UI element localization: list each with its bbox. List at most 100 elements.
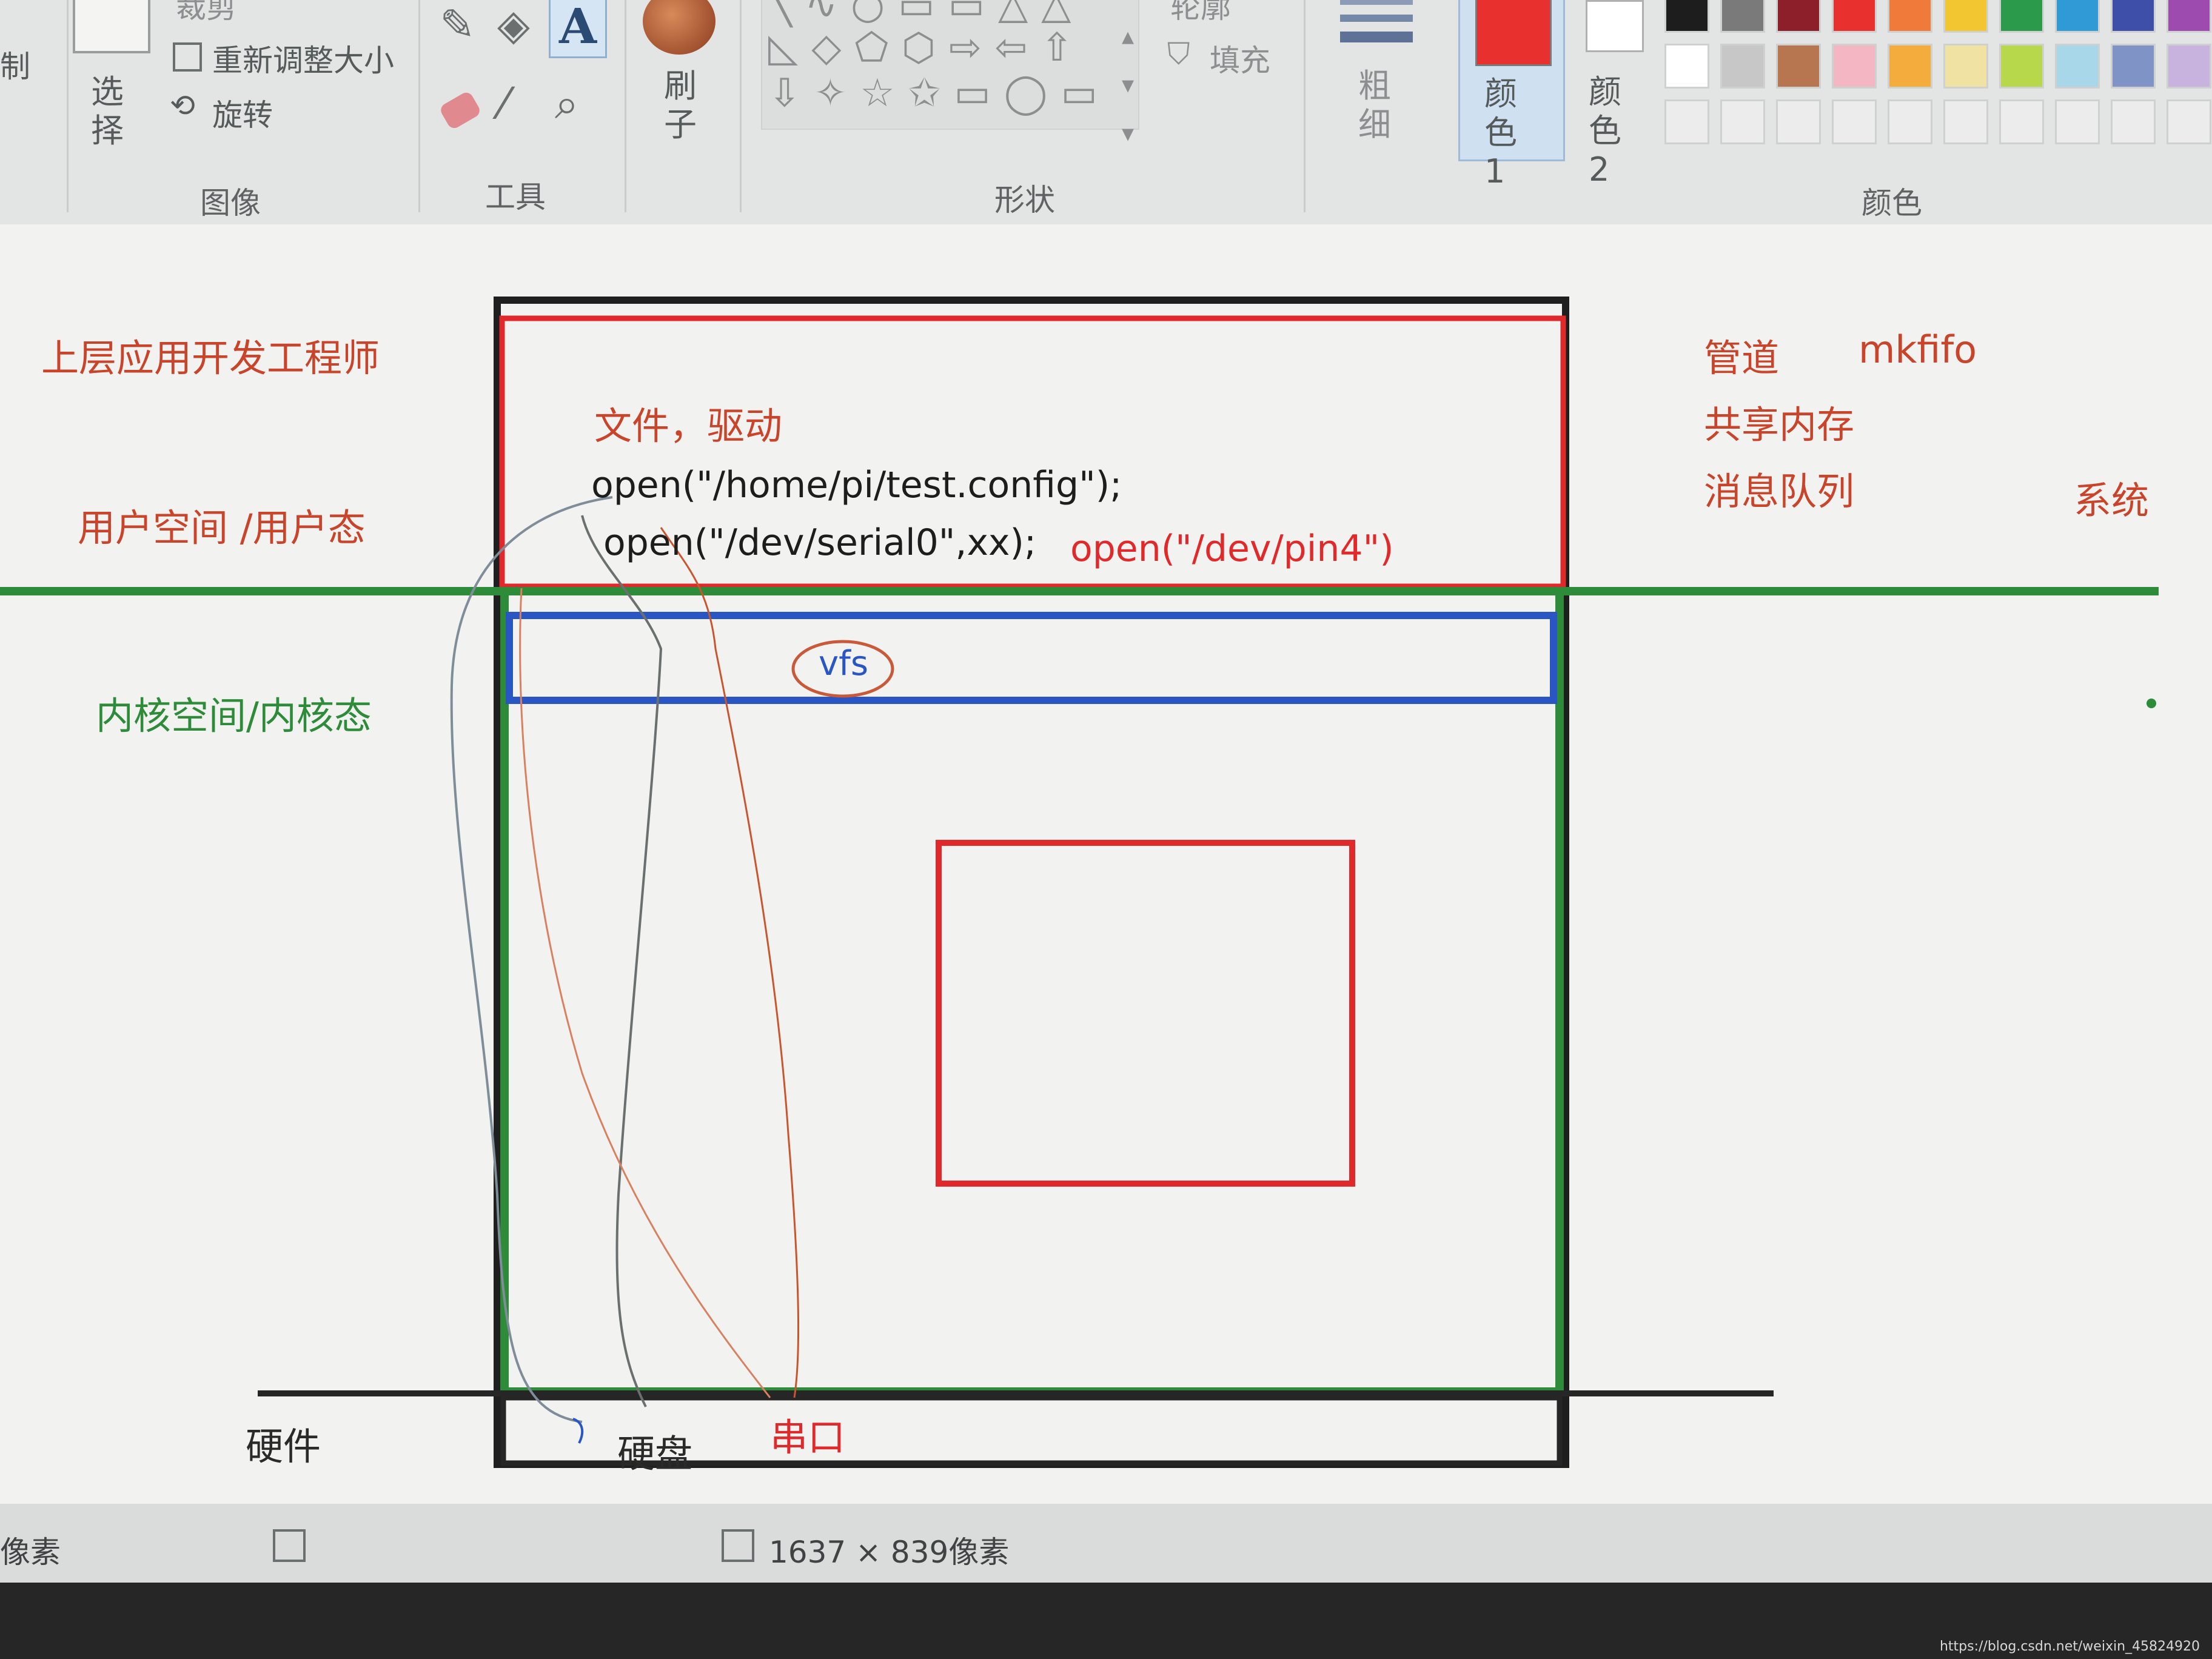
fill-bucket-icon[interactable]: ◈ xyxy=(497,0,530,50)
fill-icon: ⛉ xyxy=(1167,36,1190,72)
magnifier-icon[interactable]: ⌕ xyxy=(555,79,578,129)
disk-path-line xyxy=(581,515,663,1407)
vfs-label: vfs xyxy=(819,644,869,683)
color-picker-icon[interactable]: ⁄ xyxy=(500,79,508,129)
crop-button[interactable]: 裁剪 xyxy=(176,0,236,27)
canvas-size-text: 1637 × 839像素 xyxy=(769,1535,1010,1570)
config-path-line xyxy=(450,496,613,1423)
kernel-space-box xyxy=(500,587,1564,1396)
select-button[interactable]: 选择 xyxy=(91,73,127,150)
color2-label: 颜色 2 xyxy=(1589,73,1621,189)
pixel-position-text: 像素 xyxy=(0,1535,61,1570)
palette-swatch[interactable] xyxy=(2167,99,2211,144)
palette-swatch[interactable] xyxy=(2167,44,2211,89)
resize-icon xyxy=(173,42,202,72)
rotate-icon: ⟲ xyxy=(170,88,195,123)
brushes-button[interactable]: 刷子 xyxy=(664,67,700,144)
palette-swatch[interactable] xyxy=(1943,0,1988,33)
palette-swatch[interactable] xyxy=(1776,44,1821,89)
monitor-bezel: https://blog.csdn.net/weixin_45824920 xyxy=(0,1583,2212,1659)
shared-memory-label: 共享内存 xyxy=(1704,403,1855,447)
driver-box xyxy=(936,840,1355,1187)
palette-swatch[interactable] xyxy=(1888,44,1932,89)
file-driver-label: 文件，驱动 xyxy=(594,404,783,448)
color1-label: 颜色 1 xyxy=(1484,75,1517,190)
palette-swatch[interactable] xyxy=(1776,0,1821,33)
shapes-row-1: ╲∿○▭▭△△ xyxy=(768,0,1085,28)
color1-button[interactable]: 颜色 1 xyxy=(1458,0,1565,190)
pin-path-line xyxy=(519,588,771,1398)
palette-swatch[interactable] xyxy=(2055,44,2100,89)
selection-size-icon xyxy=(273,1529,306,1562)
palette-swatch[interactable] xyxy=(1832,0,1877,33)
vfs-box xyxy=(506,612,1557,704)
palette-swatch[interactable] xyxy=(1999,99,2044,144)
group-divider xyxy=(625,0,626,212)
eraser-icon[interactable] xyxy=(438,90,483,131)
upper-app-engineer-label: 上层应用开发工程师 xyxy=(41,336,380,380)
palette-swatch[interactable] xyxy=(1776,99,1821,144)
group-divider xyxy=(418,0,420,212)
palette-swatch[interactable] xyxy=(1720,0,1765,33)
palette-swatch[interactable] xyxy=(2111,44,2156,89)
system-label: 系统 xyxy=(2074,478,2150,523)
shapes-gallery[interactable]: ╲∿○▭▭△△ ◺◇⬠⬡⇨⇦⇧ ⇩✧☆✩▭◯▭ xyxy=(761,0,1139,130)
palette-swatch[interactable] xyxy=(1888,0,1932,33)
text-tool-icon[interactable]: A xyxy=(549,0,607,58)
palette-swatch[interactable] xyxy=(1943,44,1988,89)
mkfifo-label: mkfifo xyxy=(1858,327,1977,372)
shapes-row-3: ⇩✧☆✩▭◯▭ xyxy=(768,71,1111,116)
pipe-label: 管道 xyxy=(1704,336,1780,380)
palette-swatch[interactable] xyxy=(1999,0,2044,33)
palette-swatch[interactable] xyxy=(1720,44,1765,89)
group-divider xyxy=(67,0,69,212)
image-group-label: 图像 xyxy=(200,186,261,221)
size-icon[interactable] xyxy=(1340,0,1413,42)
ribbon-toolbar: 制 选择 裁剪 重新调整大小 ⟲ 旋转 图像 ✎ ◈ A ⁄ ⌕ 工具 刷子 ╲… xyxy=(0,0,2212,224)
watermark-text: https://blog.csdn.net/weixin_45824920 xyxy=(1939,1639,2200,1654)
kernel-space-label: 内核空间/内核态 xyxy=(96,694,372,738)
color2-button[interactable]: 颜色 2 xyxy=(1577,0,1655,189)
palette-swatch[interactable] xyxy=(2167,0,2211,33)
drawing-canvas[interactable]: 上层应用开发工程师 用户空间 /用户态 内核空间/内核态 硬件 文件，驱动 op… xyxy=(0,224,2212,1516)
brush-icon[interactable] xyxy=(643,0,716,55)
canvas-size-icon xyxy=(722,1529,754,1562)
group-divider xyxy=(1304,0,1305,212)
palette-swatch[interactable] xyxy=(1999,44,2044,89)
color2-swatch xyxy=(1586,0,1644,52)
palette-swatch[interactable] xyxy=(1832,99,1877,144)
select-icon[interactable] xyxy=(73,0,150,53)
shapes-group-label: 形状 xyxy=(994,183,1055,218)
rotate-button[interactable]: 旋转 xyxy=(212,91,273,135)
palette-swatch[interactable] xyxy=(1943,99,1988,144)
open-serial-code: open("/dev/serial0",xx); xyxy=(603,521,1037,564)
size-button[interactable]: 粗细 xyxy=(1358,67,1395,144)
palette-swatch[interactable] xyxy=(1664,0,1709,33)
message-queue-label: 消息队列 xyxy=(1704,469,1855,514)
resize-button[interactable]: 重新调整大小 xyxy=(212,36,394,80)
green-dot xyxy=(2147,699,2156,708)
user-space-label: 用户空间 /用户态 xyxy=(78,506,366,550)
shapes-row-2: ◺◇⬠⬡⇨⇦⇧ xyxy=(768,25,1087,70)
tools-group-label: 工具 xyxy=(485,179,546,215)
palette-swatch[interactable] xyxy=(1832,44,1877,89)
palette-swatch[interactable] xyxy=(1664,44,1709,89)
palette-swatch[interactable] xyxy=(1888,99,1932,144)
serial-path-line xyxy=(660,527,800,1398)
copy-button[interactable]: 制 xyxy=(0,42,30,86)
shapes-scroll-icon[interactable]: ▴ ▾ ▾ xyxy=(1122,12,1134,158)
palette-swatch[interactable] xyxy=(2055,0,2100,33)
palette-swatch[interactable] xyxy=(2111,0,2156,33)
diagram-drawing xyxy=(0,297,2159,1468)
group-divider xyxy=(740,0,742,212)
fill-button[interactable]: 填充 xyxy=(1210,36,1270,80)
color1-swatch xyxy=(1475,0,1552,66)
palette-swatch[interactable] xyxy=(1720,99,1765,144)
palette-swatch[interactable] xyxy=(2111,99,2156,144)
open-config-code: open("/home/pi/test.config"); xyxy=(591,464,1122,506)
pencil-icon[interactable]: ✎ xyxy=(440,0,475,50)
outline-button[interactable]: 轮廓 xyxy=(1170,0,1231,27)
status-bar: 像素 1637 × 839像素 xyxy=(0,1504,2212,1583)
palette-swatch[interactable] xyxy=(1664,99,1709,144)
palette-swatch[interactable] xyxy=(2055,99,2100,144)
